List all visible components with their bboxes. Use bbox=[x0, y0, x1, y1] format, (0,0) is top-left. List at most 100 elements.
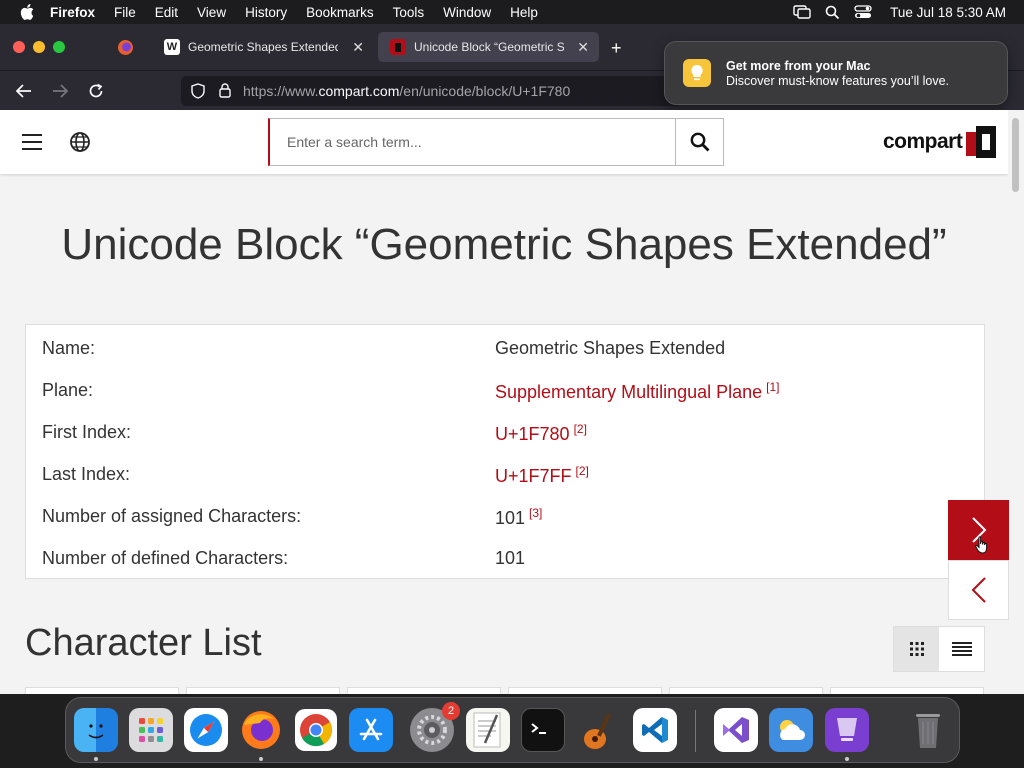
menu-bookmarks[interactable]: Bookmarks bbox=[306, 5, 374, 20]
menu-file[interactable]: File bbox=[114, 5, 136, 20]
info-row-plane: Plane: Supplementary Multilingual Plane[… bbox=[26, 369, 984, 411]
screen-mirroring-icon[interactable] bbox=[793, 5, 811, 19]
reference-link[interactable]: [3] bbox=[529, 506, 542, 520]
garageband-icon[interactable] bbox=[576, 708, 620, 752]
terminal-icon[interactable] bbox=[521, 708, 565, 752]
character-cell[interactable] bbox=[508, 687, 662, 694]
dock: 2 bbox=[65, 697, 960, 763]
lock-icon[interactable] bbox=[219, 83, 231, 98]
info-value-link[interactable]: U+1F780 [2] bbox=[495, 422, 587, 445]
dock-separator bbox=[695, 710, 696, 752]
firefox-view-icon[interactable] bbox=[117, 39, 134, 56]
menu-bar: Firefox File Edit View History Bookmarks… bbox=[0, 0, 1024, 24]
tracking-protection-shield-icon[interactable] bbox=[191, 83, 205, 99]
chrome-icon[interactable] bbox=[294, 708, 338, 752]
compart-logo-mark-icon bbox=[966, 126, 997, 158]
forward-button[interactable] bbox=[49, 80, 71, 102]
tab-compart[interactable]: Unicode Block “Geometric Shap ✕ bbox=[378, 32, 599, 62]
character-cell[interactable] bbox=[830, 687, 984, 694]
list-view-button[interactable] bbox=[939, 627, 984, 671]
info-key: Last Index: bbox=[42, 464, 131, 484]
info-key: First Index: bbox=[42, 422, 132, 442]
zoom-window-button[interactable] bbox=[53, 41, 65, 53]
menubar-clock[interactable]: Tue Jul 18 5:30 AM bbox=[890, 5, 1006, 20]
scrollbar-thumb[interactable] bbox=[1012, 118, 1019, 192]
trash-icon[interactable] bbox=[906, 708, 950, 752]
character-cell[interactable] bbox=[347, 687, 501, 694]
info-row-defined: Number of defined Characters: 101 bbox=[26, 537, 984, 579]
minimize-window-button[interactable] bbox=[33, 41, 45, 53]
menu-firefox[interactable]: Firefox bbox=[50, 5, 95, 20]
mac-notification[interactable]: Get more from your Mac Discover must-kno… bbox=[664, 41, 1008, 105]
compart-logo[interactable]: compart bbox=[883, 126, 997, 158]
menu-view[interactable]: View bbox=[197, 5, 226, 20]
search-button[interactable] bbox=[675, 119, 723, 165]
reference-link[interactable]: [2] bbox=[576, 464, 589, 478]
character-cell[interactable] bbox=[186, 687, 340, 694]
system-settings-icon[interactable]: 2 bbox=[410, 702, 460, 752]
hamburger-menu-icon[interactable] bbox=[22, 134, 42, 150]
info-key: Number of defined Characters: bbox=[42, 548, 289, 568]
reference-link[interactable]: [1] bbox=[766, 380, 779, 394]
launchpad-icon[interactable] bbox=[129, 708, 173, 752]
previous-block-button[interactable] bbox=[948, 560, 1009, 620]
running-indicator bbox=[845, 757, 849, 761]
running-indicator bbox=[94, 757, 98, 761]
menu-tools[interactable]: Tools bbox=[393, 5, 425, 20]
character-cell[interactable] bbox=[669, 687, 823, 694]
firefox-icon[interactable] bbox=[239, 708, 283, 752]
running-indicator bbox=[259, 757, 263, 761]
weather-icon[interactable] bbox=[769, 708, 813, 752]
search-input[interactable] bbox=[270, 119, 676, 165]
close-tab-icon[interactable]: ✕ bbox=[577, 39, 589, 56]
visual-studio-icon[interactable] bbox=[714, 708, 758, 752]
menu-help[interactable]: Help bbox=[510, 5, 538, 20]
back-arrow-icon bbox=[16, 84, 31, 98]
reload-icon bbox=[89, 83, 103, 98]
menu-history[interactable]: History bbox=[245, 5, 287, 20]
logo-text: compart bbox=[883, 130, 963, 153]
close-tab-icon[interactable]: ✕ bbox=[352, 39, 364, 56]
grid-view-button[interactable] bbox=[894, 627, 939, 671]
notification-badge: 2 bbox=[442, 702, 460, 720]
page-scrollbar[interactable] bbox=[1008, 110, 1024, 694]
info-row-last-index: Last Index: U+1F7FF [2] bbox=[26, 453, 984, 495]
menu-window[interactable]: Window bbox=[443, 5, 491, 20]
info-value-link[interactable]: U+1F7FF [2] bbox=[495, 464, 589, 487]
grid-view-icon bbox=[909, 642, 924, 656]
vscode-icon[interactable] bbox=[633, 708, 677, 752]
safari-icon[interactable] bbox=[184, 708, 228, 752]
page-title: Unicode Block “Geometric Shapes Extended… bbox=[61, 220, 947, 269]
reload-button[interactable] bbox=[85, 80, 107, 102]
finder-icon[interactable] bbox=[74, 708, 118, 752]
info-row-assigned: Number of assigned Characters: 101 [3] bbox=[26, 495, 984, 537]
info-key: Plane: bbox=[42, 380, 94, 400]
address-bar[interactable]: https://www.compart.com/en/unicode/block… bbox=[181, 76, 681, 106]
block-info-table: Name: Geometric Shapes Extended Plane: S… bbox=[25, 324, 985, 579]
tab-wikipedia[interactable]: W Geometric Shapes Extended - W ✕ bbox=[152, 32, 374, 62]
reference-link[interactable]: [2] bbox=[574, 422, 587, 436]
spotlight-search-icon[interactable] bbox=[825, 5, 840, 20]
info-value: Geometric Shapes Extended bbox=[495, 338, 726, 358]
textedit-icon[interactable] bbox=[466, 708, 510, 752]
app-store-icon[interactable] bbox=[349, 708, 393, 752]
section-title: Character List bbox=[25, 622, 262, 664]
info-key: Name: bbox=[42, 338, 96, 358]
menu-edit[interactable]: Edit bbox=[155, 5, 178, 20]
back-button[interactable] bbox=[13, 80, 35, 102]
character-grid bbox=[25, 687, 985, 694]
control-center-icon[interactable] bbox=[854, 5, 872, 19]
language-globe-icon[interactable] bbox=[69, 131, 91, 153]
chevron-left-icon bbox=[971, 577, 986, 603]
tips-lightbulb-icon bbox=[683, 59, 711, 87]
new-tab-icon[interactable]: + bbox=[611, 38, 622, 59]
mouse-pointer-hand-icon bbox=[975, 536, 988, 554]
url-text[interactable]: https://www.compart.com/en/unicode/block… bbox=[243, 83, 570, 99]
apple-icon[interactable] bbox=[18, 4, 36, 20]
character-cell[interactable] bbox=[25, 687, 179, 694]
simulator-icon[interactable] bbox=[825, 708, 869, 752]
wikipedia-favicon-icon: W bbox=[164, 39, 180, 55]
close-window-button[interactable] bbox=[13, 41, 25, 53]
info-row-first-index: First Index: U+1F780 [2] bbox=[26, 411, 984, 453]
info-value-link[interactable]: Supplementary Multilingual Plane [1] bbox=[495, 380, 780, 403]
